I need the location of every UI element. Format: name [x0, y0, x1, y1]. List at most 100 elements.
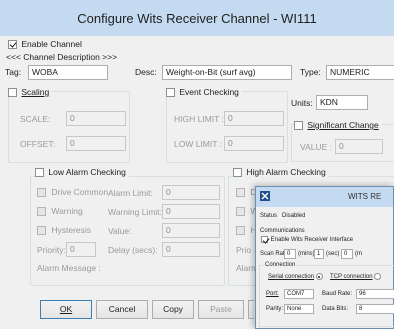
- parity-select[interactable]: None: [284, 304, 314, 314]
- high-priority-label: Prio: [236, 245, 252, 255]
- scan-rate-mins-input[interactable]: 0: [284, 249, 296, 259]
- high-alarm-label: High Alarm Checking: [246, 167, 326, 177]
- parity-value: None: [287, 306, 302, 312]
- event-checking-group: [166, 91, 288, 163]
- significant-change-checkbox[interactable]: Significant Change: [294, 120, 382, 131]
- paste-button-label: Paste: [210, 304, 232, 314]
- ms-label: (m: [355, 251, 362, 257]
- baud-rate-label: Baud Rate:: [322, 291, 353, 297]
- checkbox-icon[interactable]: [37, 207, 46, 217]
- hysteresis-checkbox[interactable]: Hysteresis: [37, 225, 91, 236]
- scaling-checkbox[interactable]: Scaling: [8, 87, 53, 98]
- scale-input[interactable]: 0: [66, 111, 126, 126]
- enable-channel-checkbox[interactable]: Enable Channel: [8, 39, 82, 50]
- scale-label: SCALE:: [20, 114, 51, 124]
- checkbox-icon[interactable]: [236, 226, 245, 236]
- drive-common-label: Drive Common: [51, 187, 109, 197]
- warning-limit-label: Warning Limit:: [108, 207, 163, 217]
- enable-receiver-checkbox[interactable]: Enable Wits Receiver Interface: [261, 236, 353, 243]
- serial-connection-radio[interactable]: Serial connection: [268, 273, 323, 280]
- checkbox-icon[interactable]: [35, 168, 44, 178]
- enable-channel-label: Enable Channel: [21, 39, 82, 49]
- port-label: Port:: [266, 291, 279, 297]
- paste-button[interactable]: Paste: [198, 300, 244, 319]
- low-limit-input[interactable]: 0: [224, 136, 284, 151]
- tcp-connection-radio[interactable]: TCP connection: [330, 273, 382, 281]
- title-bar: Configure Wits Receiver Channel - WI111: [0, 0, 394, 37]
- checkbox-icon[interactable]: [233, 168, 242, 178]
- offset-label: OFFSET:: [20, 139, 55, 149]
- high-alarm-checkbox[interactable]: High Alarm Checking: [233, 167, 329, 178]
- checkbox-icon[interactable]: [8, 40, 17, 50]
- mins-label: (mins): [298, 251, 315, 257]
- low-limit-label: LOW LIMIT :: [174, 139, 223, 149]
- ok-button-label: OK: [59, 304, 73, 314]
- high-limit-input[interactable]: 0: [224, 111, 284, 126]
- baud-rate-select[interactable]: 96: [356, 289, 394, 299]
- port-select[interactable]: COM7: [284, 289, 314, 299]
- alarm-limit-input[interactable]: 0: [162, 185, 220, 200]
- extra-button[interactable]: [248, 300, 254, 319]
- copy-button[interactable]: Copy: [152, 300, 194, 319]
- tag-input[interactable]: WOBA: [28, 65, 108, 80]
- checkbox-icon[interactable]: [294, 121, 303, 131]
- scaling-group: [8, 91, 130, 163]
- communications-label: Communications: [260, 228, 305, 234]
- event-checking-checkbox[interactable]: Event Checking: [166, 87, 242, 98]
- description-input[interactable]: Weight-on-Bit (surf avg): [162, 65, 292, 80]
- units-input[interactable]: KDN: [316, 95, 368, 110]
- data-bits-select[interactable]: 8: [356, 304, 394, 314]
- parity-label: Parity:: [266, 306, 284, 312]
- checkbox-icon[interactable]: [166, 88, 175, 98]
- checkbox-icon[interactable]: [261, 236, 268, 243]
- units-label: Units:: [291, 98, 313, 108]
- priority-input[interactable]: 0: [66, 242, 96, 257]
- sig-value-label: VALUE :: [300, 142, 332, 152]
- baud-rate-value: 96: [359, 291, 366, 297]
- data-bits-label: Data Bits:: [322, 306, 349, 312]
- tcp-connection-label: TCP connection: [330, 274, 373, 281]
- low-alarm-label: Low Alarm Checking: [48, 167, 126, 177]
- hysteresis-value-input[interactable]: 0: [162, 223, 220, 238]
- priority-label: Priority:: [37, 245, 66, 255]
- radio-icon[interactable]: [315, 273, 323, 280]
- checkbox-icon[interactable]: [37, 226, 46, 236]
- sec-label: (sec): [326, 251, 340, 257]
- alarm-limit-label: Alarm Limit:: [108, 188, 153, 198]
- warning-limit-input[interactable]: 0: [162, 204, 220, 219]
- low-alarm-checkbox[interactable]: Low Alarm Checking: [35, 167, 129, 178]
- drive-common-checkbox[interactable]: Drive Common: [37, 187, 109, 198]
- checkbox-icon[interactable]: [37, 188, 46, 198]
- scan-rate-ms-input[interactable]: 0: [341, 249, 353, 259]
- type-select[interactable]: NUMERIC: [326, 65, 394, 80]
- sig-value-input[interactable]: 0: [335, 139, 383, 154]
- window-title: Configure Wits Receiver Channel - WI111: [77, 10, 317, 26]
- warning-checkbox[interactable]: Warning: [37, 206, 83, 217]
- type-label: Type:: [300, 67, 321, 77]
- ok-button[interactable]: OK: [40, 300, 92, 319]
- type-value: NUMERIC: [330, 67, 370, 77]
- radio-icon[interactable]: [374, 273, 382, 280]
- delay-label: Delay (secs):: [108, 245, 158, 255]
- scan-rate-sec-input[interactable]: 1: [314, 249, 324, 259]
- hysteresis-value-label: Value:: [108, 226, 132, 236]
- checkbox-icon[interactable]: [236, 188, 245, 198]
- cancel-button-label: Cancel: [108, 304, 136, 314]
- high-limit-label: HIGH LIMIT :: [174, 114, 224, 124]
- wits-window-titlebar: WITS RE: [256, 187, 393, 207]
- serial-connection-label: Serial connection: [268, 274, 315, 281]
- warning-label: Warning: [51, 206, 83, 216]
- status-value: Disabled: [282, 213, 306, 219]
- copy-button-label: Copy: [163, 304, 183, 314]
- wits-window-title: WITS RE: [348, 192, 382, 201]
- connection-label: Connection: [264, 262, 297, 268]
- checkbox-icon[interactable]: [8, 88, 17, 98]
- status-label: Status: [260, 213, 278, 219]
- offset-input[interactable]: 0: [66, 136, 126, 151]
- checkbox-icon[interactable]: [236, 207, 245, 217]
- channel-description-header: <<< Channel Description >>>: [6, 52, 118, 62]
- significant-change-label: Significant Change: [307, 120, 379, 130]
- delay-input[interactable]: 0: [162, 242, 220, 257]
- data-bits-value: 8: [359, 306, 363, 312]
- cancel-button[interactable]: Cancel: [96, 300, 148, 319]
